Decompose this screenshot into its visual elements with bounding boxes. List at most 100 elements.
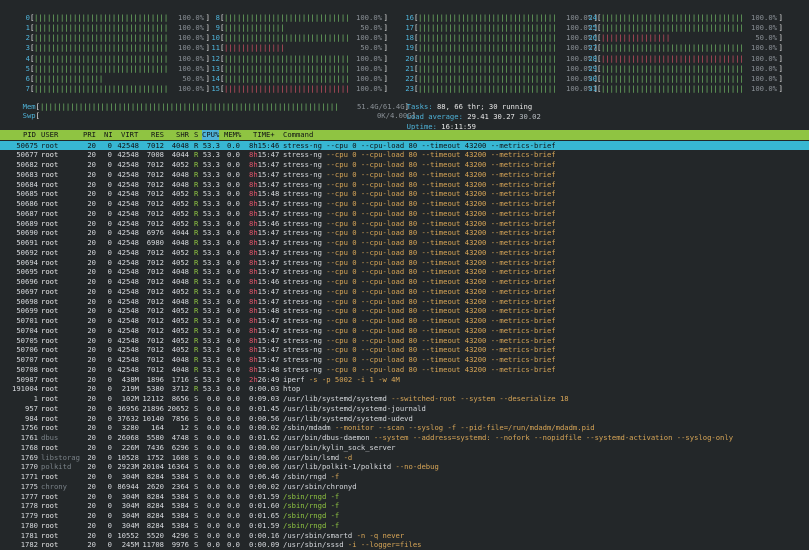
process-row[interactable]: 1775 chrony 20 0 86944 2620 2364 S 0.0 0.0 0:00.02… <box>0 482 809 492</box>
process-command: /sbin/rngd -f <box>283 492 339 502</box>
process-row[interactable]: 1781 root 20 0 10552 5520 4296 S 0.0 0.0 0:00.16/u… <box>0 531 809 541</box>
process-row[interactable]: 50684 root 20 0 42548 7012 4048 R 53.3 0.0 8h15:47… <box>0 180 809 190</box>
process-shr: 4052 <box>171 316 189 325</box>
col-command[interactable]: Command <box>283 130 313 140</box>
process-cpu: 53.3 <box>202 306 220 316</box>
process-time: 8h15:47 <box>249 267 279 277</box>
process-row[interactable]: 50694 root 20 0 42548 7012 4052 R 53.3 0.0 8h15:47… <box>0 258 809 268</box>
col-user[interactable]: USER <box>41 130 58 140</box>
process-row[interactable]: 50705 root 20 0 42548 7012 4052 R 53.3 0.0 8h15:47… <box>0 336 809 346</box>
process-row[interactable]: 1779 root 20 0 304M 8284 5384 S 0.0 0.0 0:01.65/sb… <box>0 511 809 521</box>
process-shr: 7856 <box>171 413 189 423</box>
process-time-rest: 0:01.60 <box>249 501 280 511</box>
cpu-percent: 100.0% <box>751 43 777 53</box>
process-res: 7012 <box>146 345 164 355</box>
process-time-rest: 0:00.56 <box>249 413 280 423</box>
process-row[interactable]: 957 root 20 0 36956 21896 20652 S 0.0 0.0 0:01.45 /… <box>0 404 809 414</box>
command-args: --cpu 0 --cpu-load 80 --timeout 43200 --… <box>326 257 556 267</box>
command-name: stress-ng <box>283 325 322 335</box>
process-row[interactable]: 1771 root 20 0 304M 8284 5384 S 0.0 0.0 0:06.46/sb… <box>0 472 809 482</box>
col-ni[interactable]: NI <box>104 130 113 140</box>
process-row[interactable]: 1768 root 20 0 226M 7436 6296 S 0.0 0.0 0:00.00/us… <box>0 443 809 453</box>
cpu-meter-2: 2[||||||||||||||||||||||||||||||||||||||… <box>14 33 210 43</box>
col-cpu[interactable]: CPU% <box>202 130 220 140</box>
col-state[interactable]: S <box>194 130 198 140</box>
process-row[interactable]: 50677 root 20 0 42548 7008 4044 R 53.3 0.0 8h15:47… <box>0 150 809 160</box>
process-nice: 0 <box>107 179 112 189</box>
process-row[interactable]: 1778 root 20 0 304M 8284 5384 S 0.0 0.0 0:01.60/sb… <box>0 501 809 511</box>
cpu-percent: 100.0% <box>751 73 777 83</box>
process-row[interactable]: 50699 root 20 0 42548 7012 4052 R 53.3 0.0 8h15:48… <box>0 306 809 316</box>
process-row[interactable]: 50682 root 20 0 42548 7012 4052 R 53.3 0.0 8h15:47… <box>0 160 809 170</box>
col-shr[interactable]: SHR <box>176 130 189 140</box>
process-mem: 0.0 <box>227 267 240 277</box>
cpu-meter-12: 12[|||||||||||||||||||||||||||||||||||||… <box>198 54 388 64</box>
process-row[interactable]: 50675 root 20 0 42548 7012 4048 R 53.3 0.0 8h15:46… <box>0 140 809 151</box>
cpu-bar: [|||||||||||||||||||||||||||||||||||||||… <box>30 23 210 33</box>
process-shr: 5384 <box>171 511 189 520</box>
process-row[interactable]: 1770 polkitd 20 0 2923M 20104 16364 S 0.0 0.0 0:00… <box>0 462 809 472</box>
col-time[interactable]: TIME+ <box>253 130 275 140</box>
process-shr: 20652 <box>167 403 189 413</box>
process-row[interactable]: 1761 dbus 20 0 26068 5580 4748 S 0.0 0.0 0:01.62/u… <box>0 433 809 443</box>
process-priority: 20 <box>87 452 96 462</box>
process-time-rest: 15:47 <box>257 286 280 296</box>
process-row[interactable]: 50701 root 20 0 42548 7012 4052 R 53.3 0.0 8h15:47… <box>0 316 809 326</box>
process-row[interactable]: 984 root 20 0 37632 10140 7856 S 0.0 0.0 0:00.56/u… <box>0 414 809 424</box>
process-row[interactable]: 1756 root 20 0 3280 164 12 S 0.0 0.0 0:00.02/sbin/… <box>0 423 809 433</box>
process-command: stress-ng --cpu 0 --cpu-load 80 --timeou… <box>283 209 556 219</box>
process-row[interactable]: 50691 root 20 0 42548 6980 4048 R 53.3 0.0 8h15:47… <box>0 238 809 248</box>
process-row[interactable]: 1782 root 20 0 245M 11708 9976 S 0.0 0.0 0:00.09/u… <box>0 540 809 550</box>
process-row[interactable]: 50987 root 20 0 438M 1896 1716 S 53.3 0.0 2h26:49 i… <box>0 375 809 385</box>
process-row[interactable]: 50708 root 20 0 42548 7012 4048 R 53.3 0.0 8h15:48… <box>0 365 809 375</box>
process-user: root <box>41 491 59 501</box>
process-user: root <box>41 442 59 452</box>
process-row[interactable]: 50687 root 20 0 42548 7012 4052 R 53.3 0.0 8h15:47… <box>0 209 809 219</box>
process-res: 21896 <box>142 403 164 413</box>
process-row[interactable]: 1777 root 20 0 304M 8284 5384 S 0.0 0.0 0:01.59/sb… <box>0 492 809 502</box>
process-row[interactable]: 1780 root 20 0 304M 8284 5384 S 0.0 0.0 0:01.59/sb… <box>0 521 809 531</box>
process-cpu: 53.3 <box>202 169 220 179</box>
process-virt: 42548 <box>117 238 139 247</box>
process-row[interactable]: 50695 root 20 0 42548 7012 4048 R 53.3 0.0 8h15:47… <box>0 267 809 277</box>
process-row[interactable]: 50683 root 20 0 42548 7012 4048 R 53.3 0.0 8h15:47… <box>0 170 809 180</box>
process-mem: 0.0 <box>227 257 240 267</box>
process-row[interactable]: 50690 root 20 0 42548 6976 4044 R 53.3 0.0 8h15:47… <box>0 228 809 238</box>
process-row[interactable]: 50704 root 20 0 42548 7012 4052 R 53.3 0.0 8h15:47… <box>0 326 809 336</box>
process-time-hours: 8h <box>249 179 258 189</box>
process-command: stress-ng --cpu 0 --cpu-load 80 --timeou… <box>283 287 556 297</box>
process-row[interactable]: 191004 root 20 0 219M 5380 3712 R 53.3 0.0 0:00.03… <box>0 384 809 394</box>
process-row[interactable]: 50686 root 20 0 42548 7012 4052 R 53.3 0.0 8h15:47… <box>0 199 809 209</box>
process-row[interactable]: 1 root 20 0 102M 12112 8656 S 0.0 0.0 0:09.03/usr/… <box>0 394 809 404</box>
process-row[interactable]: 50692 root 20 0 42548 7012 4052 R 53.3 0.0 8h15:47… <box>0 248 809 258</box>
process-pid: 50696 <box>16 277 38 286</box>
process-shr: 4052 <box>171 160 189 169</box>
process-row[interactable]: 50706 root 20 0 42548 7012 4052 R 53.3 0.0 8h15:47… <box>0 345 809 355</box>
process-time: 8h15:47 <box>249 316 279 326</box>
cpu-id: 26 <box>588 33 597 43</box>
process-row[interactable]: 50689 root 20 0 42548 7012 4052 R 53.3 0.0 8h15:46… <box>0 219 809 229</box>
process-cpu: 0.0 <box>207 462 220 472</box>
process-priority: 20 <box>87 325 96 335</box>
process-row[interactable]: 50697 root 20 0 42548 7012 4052 R 53.3 0.0 8h15:47… <box>0 287 809 297</box>
process-shr: 4044 <box>171 150 189 160</box>
col-pri[interactable]: PRI <box>83 130 96 140</box>
process-row[interactable]: 50707 root 20 0 42548 7012 4048 R 53.3 0.0 8h15:47… <box>0 355 809 365</box>
process-row[interactable]: 1769 libstorag 20 0 10528 1752 1608 S 0.0 0.0 0:00… <box>0 453 809 463</box>
process-virt: 2923M <box>117 462 139 472</box>
process-row[interactable]: 50696 root 20 0 42548 7012 4048 R 53.3 0.0 8h15:46… <box>0 277 809 287</box>
col-virt[interactable]: VIRT <box>121 130 138 140</box>
process-state: S <box>194 501 199 511</box>
process-res: 8284 <box>146 520 164 530</box>
process-cpu: 53.3 <box>202 286 220 296</box>
process-time-rest: 15:46 <box>257 277 280 286</box>
process-row[interactable]: 50685 root 20 0 42548 7012 4052 R 53.3 0.0 8h15:48… <box>0 189 809 199</box>
process-time: 0:00.06 <box>249 453 279 463</box>
process-row[interactable]: 50698 root 20 0 42548 7012 4048 R 53.3 0.0 8h15:47… <box>0 297 809 307</box>
command-name: stress-ng <box>283 169 322 179</box>
process-time: 2h26:49 <box>249 375 279 385</box>
command-args: --cpu 0 --cpu-load 80 --timeout 43200 --… <box>326 306 556 316</box>
col-pid[interactable]: PID <box>23 130 36 140</box>
col-res[interactable]: RES <box>151 130 164 140</box>
col-mem[interactable]: MEM% <box>224 130 241 140</box>
